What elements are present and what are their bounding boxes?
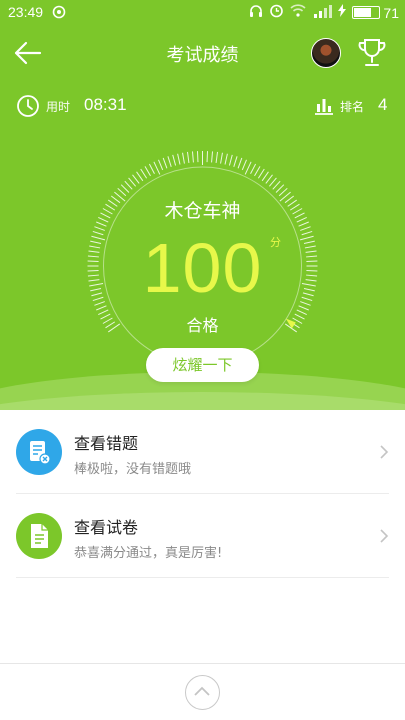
- expand-up-button[interactable]: [185, 675, 220, 710]
- rank-value: 4: [378, 95, 388, 114]
- chevron-up-icon: [194, 686, 210, 696]
- time-used-value: 08:31: [84, 95, 127, 114]
- chevron-right-icon: [379, 528, 389, 548]
- battery-level: 71: [383, 4, 399, 21]
- status-time: 23:49: [8, 4, 44, 20]
- exam-stats: 用时 08:31 排名 4: [0, 90, 405, 120]
- headphones-icon: [249, 4, 263, 22]
- chevron-right-icon: [379, 444, 389, 464]
- status-bar: 23:49 71: [0, 0, 405, 24]
- charging-icon: [338, 4, 347, 21]
- item-subtitle: 棒极啦，没有错题哦: [74, 462, 192, 477]
- score-unit: 分: [270, 236, 281, 249]
- score-value: 100: [142, 229, 263, 307]
- avatar[interactable]: [311, 38, 341, 68]
- clock-icon: [16, 94, 40, 122]
- bottom-bar: [0, 663, 405, 720]
- item-title: 查看试卷: [74, 518, 139, 537]
- item-title: 查看错题: [74, 434, 139, 453]
- battery-indicator: 71: [352, 5, 399, 21]
- exam-paper-icon: [16, 513, 62, 559]
- share-button[interactable]: 炫耀一下: [146, 348, 259, 382]
- review-wrong-questions[interactable]: 查看错题 棒极啦，没有错题哦: [16, 410, 389, 494]
- rank-icon: [314, 95, 334, 119]
- leaderboard-button[interactable]: [356, 36, 388, 70]
- wifi-icon: [290, 4, 306, 21]
- rank-label: 排名: [340, 100, 365, 114]
- wrong-questions-icon: [16, 429, 62, 475]
- item-subtitle: 恭喜满分通过，真是厉害!: [74, 546, 223, 561]
- score-title: 木仓车神: [164, 200, 241, 222]
- review-exam-paper[interactable]: 查看试卷 恭喜满分通过，真是厉害!: [16, 494, 389, 578]
- trophy-icon: [358, 39, 386, 66]
- pass-status: 合格: [186, 316, 219, 335]
- signal-icon: [312, 4, 333, 22]
- result-header: 23:49 71 考试成绩 用时 08:31 排名 4 木仓车神 100 分 合…: [0, 0, 405, 410]
- alarm-icon: [269, 3, 284, 22]
- notification-icon: [52, 5, 66, 23]
- app-bar: 考试成绩: [0, 30, 405, 76]
- time-used-label: 用时: [46, 100, 71, 114]
- page-title: 考试成绩: [166, 45, 239, 66]
- action-list: 查看错题 棒极啦，没有错题哦 查看试卷 恭喜满分通过，真是厉害!: [0, 410, 405, 578]
